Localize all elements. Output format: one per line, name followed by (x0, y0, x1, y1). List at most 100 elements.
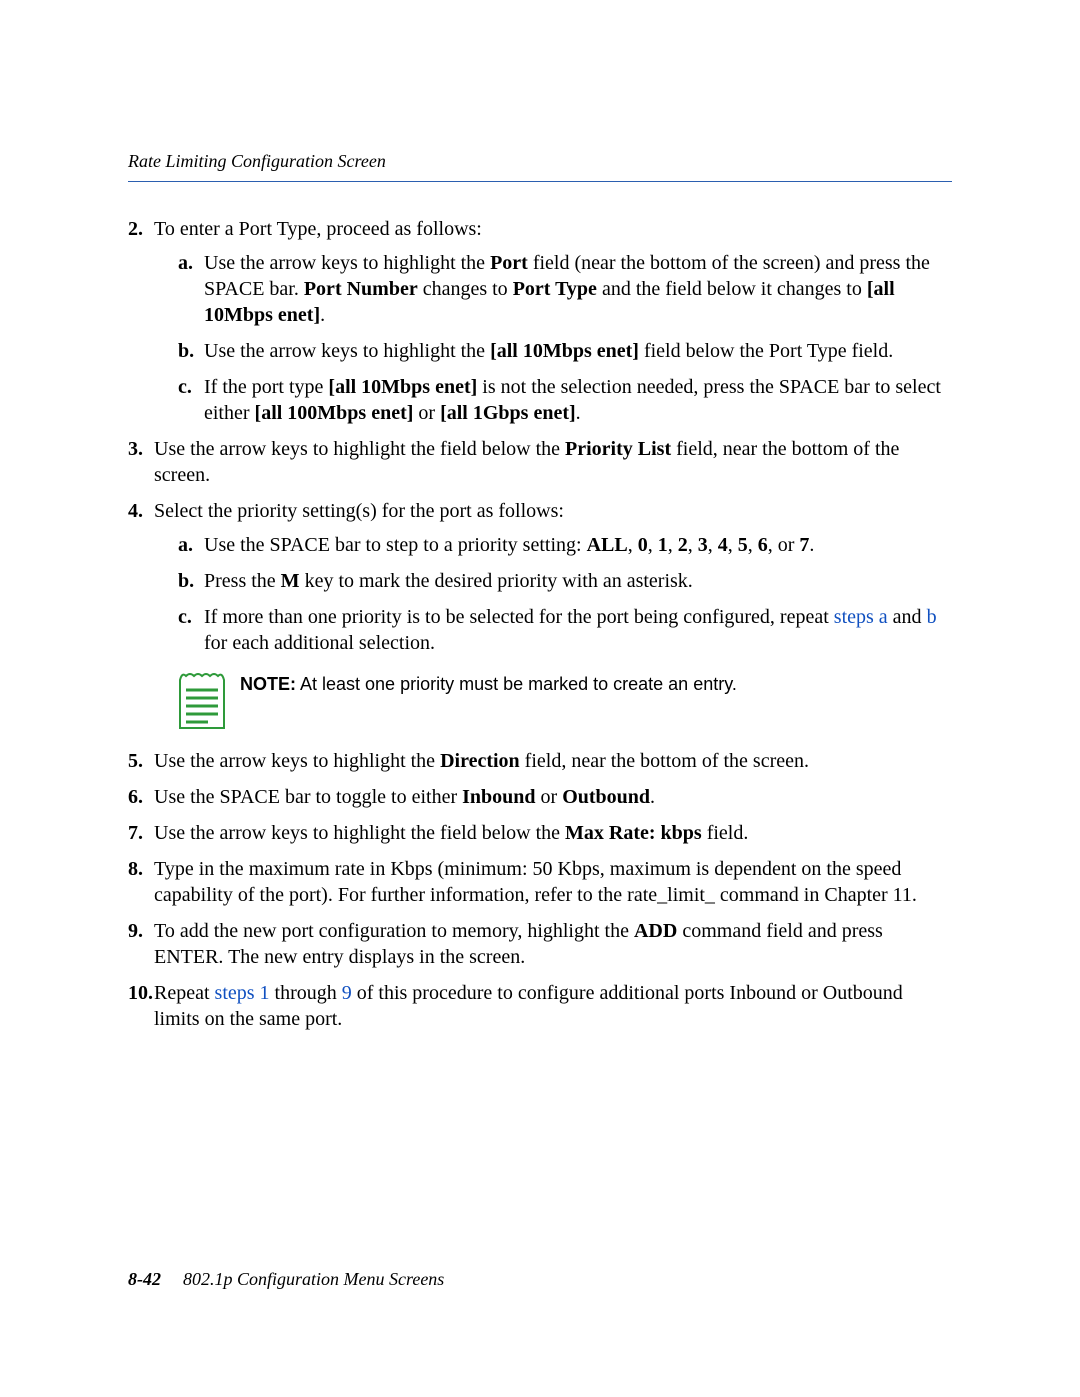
field-port-type: Port Type (513, 278, 597, 300)
substeps: a. Use the arrow keys to highlight the P… (178, 250, 952, 426)
step-4b: b. Press the M key to mark the desired p… (178, 568, 952, 594)
note-body: At least one priority must be marked to … (296, 674, 737, 694)
substeps: a. Use the SPACE bar to step to a priori… (178, 532, 952, 656)
text: Use the SPACE bar to toggle to either (154, 786, 462, 808)
running-head: Rate Limiting Configuration Screen (128, 150, 952, 182)
field-port-number: Port Number (304, 278, 418, 300)
val: 3 (698, 534, 708, 556)
text: and the field below it changes to (597, 278, 867, 300)
substep-marker: b. (178, 568, 194, 594)
step-4c: c. If more than one priority is to be se… (178, 604, 952, 656)
step-2a: a. Use the arrow keys to highlight the P… (178, 250, 952, 328)
key-m: M (281, 570, 300, 592)
substep-marker: b. (178, 338, 194, 364)
field-all-10mbps: [all 10Mbps enet] (490, 340, 639, 362)
val: 1 (658, 534, 668, 556)
step-8: 8. Type in the maximum rate in Kbps (min… (128, 856, 952, 908)
step-marker: 3. (128, 436, 143, 462)
text: . (809, 534, 814, 556)
val: 2 (678, 534, 688, 556)
page-body: Rate Limiting Configuration Screen 2. To… (128, 150, 952, 1042)
text: Use the arrow keys to highlight the (154, 750, 440, 772)
option-inbound: Inbound (462, 786, 535, 808)
text: Repeat (154, 982, 215, 1004)
page-number: 8-42 (128, 1269, 161, 1289)
text: Press the (204, 570, 281, 592)
field-direction: Direction (440, 750, 520, 772)
text: . (650, 786, 655, 808)
text: field, near the bottom of the screen. (520, 750, 809, 772)
step-marker: 5. (128, 748, 143, 774)
text: through (270, 982, 342, 1004)
link-steps-1[interactable]: steps 1 (215, 982, 270, 1004)
page-footer: 8-42 802.1p Configuration Menu Screens (128, 1268, 444, 1291)
text: If the port type (204, 376, 328, 398)
field-all-10mbps: [all 10Mbps enet] (328, 376, 477, 398)
substep-marker: a. (178, 532, 193, 558)
step-marker: 6. (128, 784, 143, 810)
text: , (628, 534, 638, 556)
step-5: 5. Use the arrow keys to highlight the D… (128, 748, 952, 774)
step-4: 4. Select the priority setting(s) for th… (128, 498, 952, 730)
step-9: 9. To add the new port configuration to … (128, 918, 952, 970)
field-port: Port (490, 252, 528, 274)
text: , (688, 534, 698, 556)
text: or (413, 402, 440, 424)
val: 0 (638, 534, 648, 556)
text: Use the arrow keys to highlight the (204, 252, 490, 274)
text: Use the arrow keys to highlight the (204, 340, 490, 362)
val: 4 (718, 534, 728, 556)
text: . (576, 402, 581, 424)
step-marker: 10. (128, 980, 153, 1006)
text: , (728, 534, 738, 556)
step-marker: 8. (128, 856, 143, 882)
step-7: 7. Use the arrow keys to highlight the f… (128, 820, 952, 846)
step-4a: a. Use the SPACE bar to step to a priori… (178, 532, 952, 558)
val: 5 (738, 534, 748, 556)
option-outbound: Outbound (562, 786, 650, 808)
text: , (648, 534, 658, 556)
val: 7 (799, 534, 809, 556)
footer-title: 802.1p Configuration Menu Screens (183, 1269, 444, 1289)
text: , (748, 534, 758, 556)
text: field. (702, 822, 749, 844)
text: To add the new port configuration to mem… (154, 920, 634, 942)
link-step-9[interactable]: 9 (342, 982, 352, 1004)
step-2: 2. To enter a Port Type, proceed as foll… (128, 216, 952, 426)
step-marker: 7. (128, 820, 143, 846)
link-steps-a[interactable]: steps a (834, 606, 888, 628)
procedure-list: 2. To enter a Port Type, proceed as foll… (128, 216, 952, 1032)
step-10: 10. Repeat steps 1 through 9 of this pro… (128, 980, 952, 1032)
text: , (668, 534, 678, 556)
text: , (708, 534, 718, 556)
step-marker: 4. (128, 498, 143, 524)
val: 6 (758, 534, 768, 556)
step-2b: b. Use the arrow keys to highlight the [… (178, 338, 952, 364)
substep-marker: a. (178, 250, 193, 276)
text: If more than one priority is to be selec… (204, 606, 834, 628)
field-all-100mbps: [all 100Mbps enet] (255, 402, 414, 424)
val: ALL (587, 534, 628, 556)
text: and (888, 606, 927, 628)
text: for each additional selection. (204, 632, 435, 654)
note-icon (178, 670, 226, 730)
substep-marker: c. (178, 604, 192, 630)
note-text: NOTE: At least one priority must be mark… (240, 670, 737, 696)
text: , or (768, 534, 800, 556)
step-6: 6. Use the SPACE bar to toggle to either… (128, 784, 952, 810)
step-text: Select the priority setting(s) for the p… (154, 500, 564, 522)
step-3: 3. Use the arrow keys to highlight the f… (128, 436, 952, 488)
field-priority-list: Priority List (565, 438, 671, 460)
text: . (320, 304, 325, 326)
step-marker: 2. (128, 216, 143, 242)
text: Use the arrow keys to highlight the fiel… (154, 822, 565, 844)
text: or (536, 786, 563, 808)
substep-marker: c. (178, 374, 192, 400)
text: Use the arrow keys to highlight the fiel… (154, 438, 565, 460)
field-max-rate: Max Rate: kbps (565, 822, 702, 844)
command-add: ADD (634, 920, 677, 942)
note-label: NOTE: (240, 674, 296, 694)
text: key to mark the desired priority with an… (300, 570, 693, 592)
link-step-b[interactable]: b (927, 606, 937, 628)
text: changes to (418, 278, 513, 300)
